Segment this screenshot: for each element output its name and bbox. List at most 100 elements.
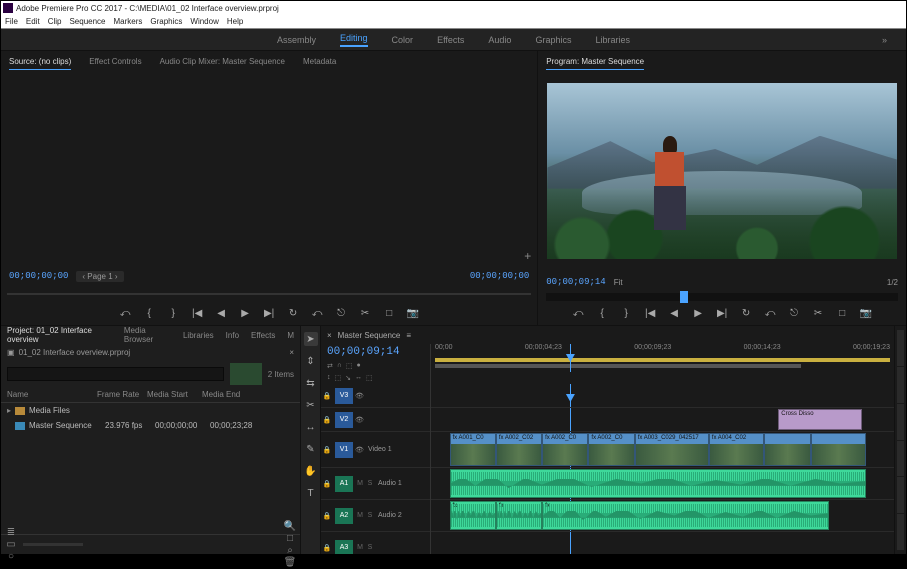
- timeline-toggle[interactable]: ↔: [355, 374, 362, 382]
- timeline-toggle[interactable]: ⬚: [335, 374, 342, 382]
- workspace-tab-editing[interactable]: Editing: [340, 33, 368, 47]
- transport-button[interactable]: ⤺: [118, 306, 132, 320]
- col-media-end[interactable]: Media End: [202, 390, 257, 399]
- timeline-toggle[interactable]: ⬚: [346, 362, 353, 370]
- workspace-overflow[interactable]: »: [882, 35, 887, 45]
- source-pager[interactable]: ‹ Page 1 ›: [76, 271, 123, 282]
- transport-button[interactable]: |◀: [643, 306, 657, 320]
- selection-tool[interactable]: ➤: [304, 332, 318, 346]
- eye-icon[interactable]: 👁: [355, 392, 365, 400]
- mute-button[interactable]: M: [355, 544, 365, 551]
- view-mode-icon[interactable]: ▭: [5, 539, 17, 551]
- workspace-tab-audio[interactable]: Audio: [488, 35, 511, 45]
- timeline-toggle[interactable]: ⇄: [327, 362, 333, 370]
- program-tc[interactable]: 00;00;09;14: [546, 277, 605, 287]
- project-tab[interactable]: Effects: [251, 331, 275, 340]
- video-clip[interactable]: fx A002_C0: [542, 433, 588, 466]
- track-header-A3[interactable]: 🔒A3MS: [321, 532, 430, 554]
- project-tab[interactable]: Project: 01_02 Interface overview: [7, 326, 112, 344]
- project-tab[interactable]: Info: [226, 331, 239, 340]
- timeline-toggle[interactable]: ●: [357, 362, 361, 370]
- transport-button[interactable]: ⤺: [310, 306, 324, 320]
- track-header-A2[interactable]: 🔒A2MSAudio 2: [321, 500, 430, 532]
- track-header-V3[interactable]: 🔒V3👁: [321, 384, 430, 408]
- audio-clip[interactable]: fx: [450, 501, 496, 530]
- close-icon[interactable]: ×: [289, 348, 294, 357]
- transport-button[interactable]: }: [619, 306, 633, 320]
- transport-button[interactable]: {: [595, 306, 609, 320]
- program-monitor[interactable]: [538, 71, 906, 271]
- timeline-close-icon[interactable]: ×: [327, 331, 332, 340]
- thumb-size-slider[interactable]: [23, 543, 83, 546]
- lock-icon[interactable]: 🔒: [321, 480, 333, 488]
- menu-graphics[interactable]: Graphics: [150, 17, 182, 26]
- track-header-V1[interactable]: 🔒V1👁Video 1: [321, 432, 430, 468]
- menu-sequence[interactable]: Sequence: [69, 17, 105, 26]
- track-lane-A2[interactable]: fxfxfx: [431, 500, 894, 532]
- view-mode-icon[interactable]: ○: [5, 551, 17, 563]
- project-action-icon[interactable]: □: [284, 533, 296, 545]
- video-clip[interactable]: fx A002_C0: [588, 433, 634, 466]
- source-tab[interactable]: Metadata: [303, 57, 336, 66]
- project-tab[interactable]: Libraries: [183, 331, 214, 340]
- transport-button[interactable]: {: [142, 306, 156, 320]
- source-tc-out[interactable]: 00;00;00;00: [470, 271, 529, 281]
- source-tab[interactable]: Audio Clip Mixer: Master Sequence: [160, 57, 285, 66]
- transport-button[interactable]: □: [382, 306, 396, 320]
- mute-button[interactable]: M: [355, 480, 365, 487]
- transport-button[interactable]: ⎋: [334, 306, 348, 320]
- transport-button[interactable]: |◀: [190, 306, 204, 320]
- lock-icon[interactable]: 🔒: [321, 544, 333, 552]
- source-tab[interactable]: Source: (no clips): [9, 57, 71, 66]
- track-target[interactable]: V2: [335, 412, 353, 428]
- project-tab[interactable]: Media Browser: [124, 326, 171, 344]
- workspace-tab-assembly[interactable]: Assembly: [277, 35, 316, 45]
- timeline-toggle[interactable]: ↘: [345, 374, 351, 382]
- track-select-tool[interactable]: ⇕: [304, 354, 318, 368]
- timeline-toggle[interactable]: ⬚: [366, 374, 373, 382]
- workspace-tab-libraries[interactable]: Libraries: [595, 35, 630, 45]
- source-tc-in[interactable]: 00;00;00;00: [9, 271, 68, 281]
- transport-button[interactable]: ▶|: [262, 306, 276, 320]
- audio-clip[interactable]: [450, 469, 867, 498]
- col-name[interactable]: Name: [7, 390, 97, 399]
- source-scrub[interactable]: [7, 293, 531, 295]
- transport-button[interactable]: ◀: [214, 306, 228, 320]
- transport-button[interactable]: ✂: [811, 306, 825, 320]
- transport-button[interactable]: ↻: [739, 306, 753, 320]
- panel-menu-icon[interactable]: ≡: [406, 331, 411, 340]
- video-clip[interactable]: [764, 433, 810, 466]
- program-scrubber[interactable]: [546, 293, 898, 301]
- transport-button[interactable]: ⤺: [763, 306, 777, 320]
- track-lane-V3[interactable]: [431, 384, 894, 408]
- video-clip[interactable]: fx A002_C02: [496, 433, 542, 466]
- track-target[interactable]: V3: [335, 388, 353, 404]
- transport-button[interactable]: ▶: [238, 306, 252, 320]
- video-clip[interactable]: [811, 433, 867, 466]
- transport-button[interactable]: ⎋: [787, 306, 801, 320]
- menu-window[interactable]: Window: [190, 17, 218, 26]
- track-target[interactable]: A3: [335, 540, 353, 555]
- menu-clip[interactable]: Clip: [48, 17, 62, 26]
- workspace-tab-color[interactable]: Color: [392, 35, 414, 45]
- col-media-start[interactable]: Media Start: [147, 390, 202, 399]
- transport-button[interactable]: ↻: [286, 306, 300, 320]
- lock-icon[interactable]: 🔒: [321, 416, 333, 424]
- track-target[interactable]: A1: [335, 476, 353, 492]
- transport-button[interactable]: }: [166, 306, 180, 320]
- project-row[interactable]: ▸Media Files: [1, 403, 300, 418]
- track-target[interactable]: A2: [335, 508, 353, 524]
- video-clip[interactable]: fx A001_C0: [450, 433, 496, 466]
- track-lane-A1[interactable]: Constant Power: [431, 468, 894, 500]
- source-tab[interactable]: Effect Controls: [89, 57, 141, 66]
- razor-tool[interactable]: ✂: [304, 398, 318, 412]
- transport-button[interactable]: ▶|: [715, 306, 729, 320]
- transport-button[interactable]: ⤺: [571, 306, 585, 320]
- audio-clip[interactable]: fx: [496, 501, 542, 530]
- transport-button[interactable]: □: [835, 306, 849, 320]
- transport-button[interactable]: ✂: [358, 306, 372, 320]
- audio-clip[interactable]: fx: [542, 501, 829, 530]
- track-header-A1[interactable]: 🔒A1MSAudio 1: [321, 468, 430, 500]
- track-lane-V1[interactable]: fx A001_C0fx A002_C02fx A002_C0fx A002_C…: [431, 432, 894, 468]
- track-lane-V2[interactable]: Cross Disso: [431, 408, 894, 432]
